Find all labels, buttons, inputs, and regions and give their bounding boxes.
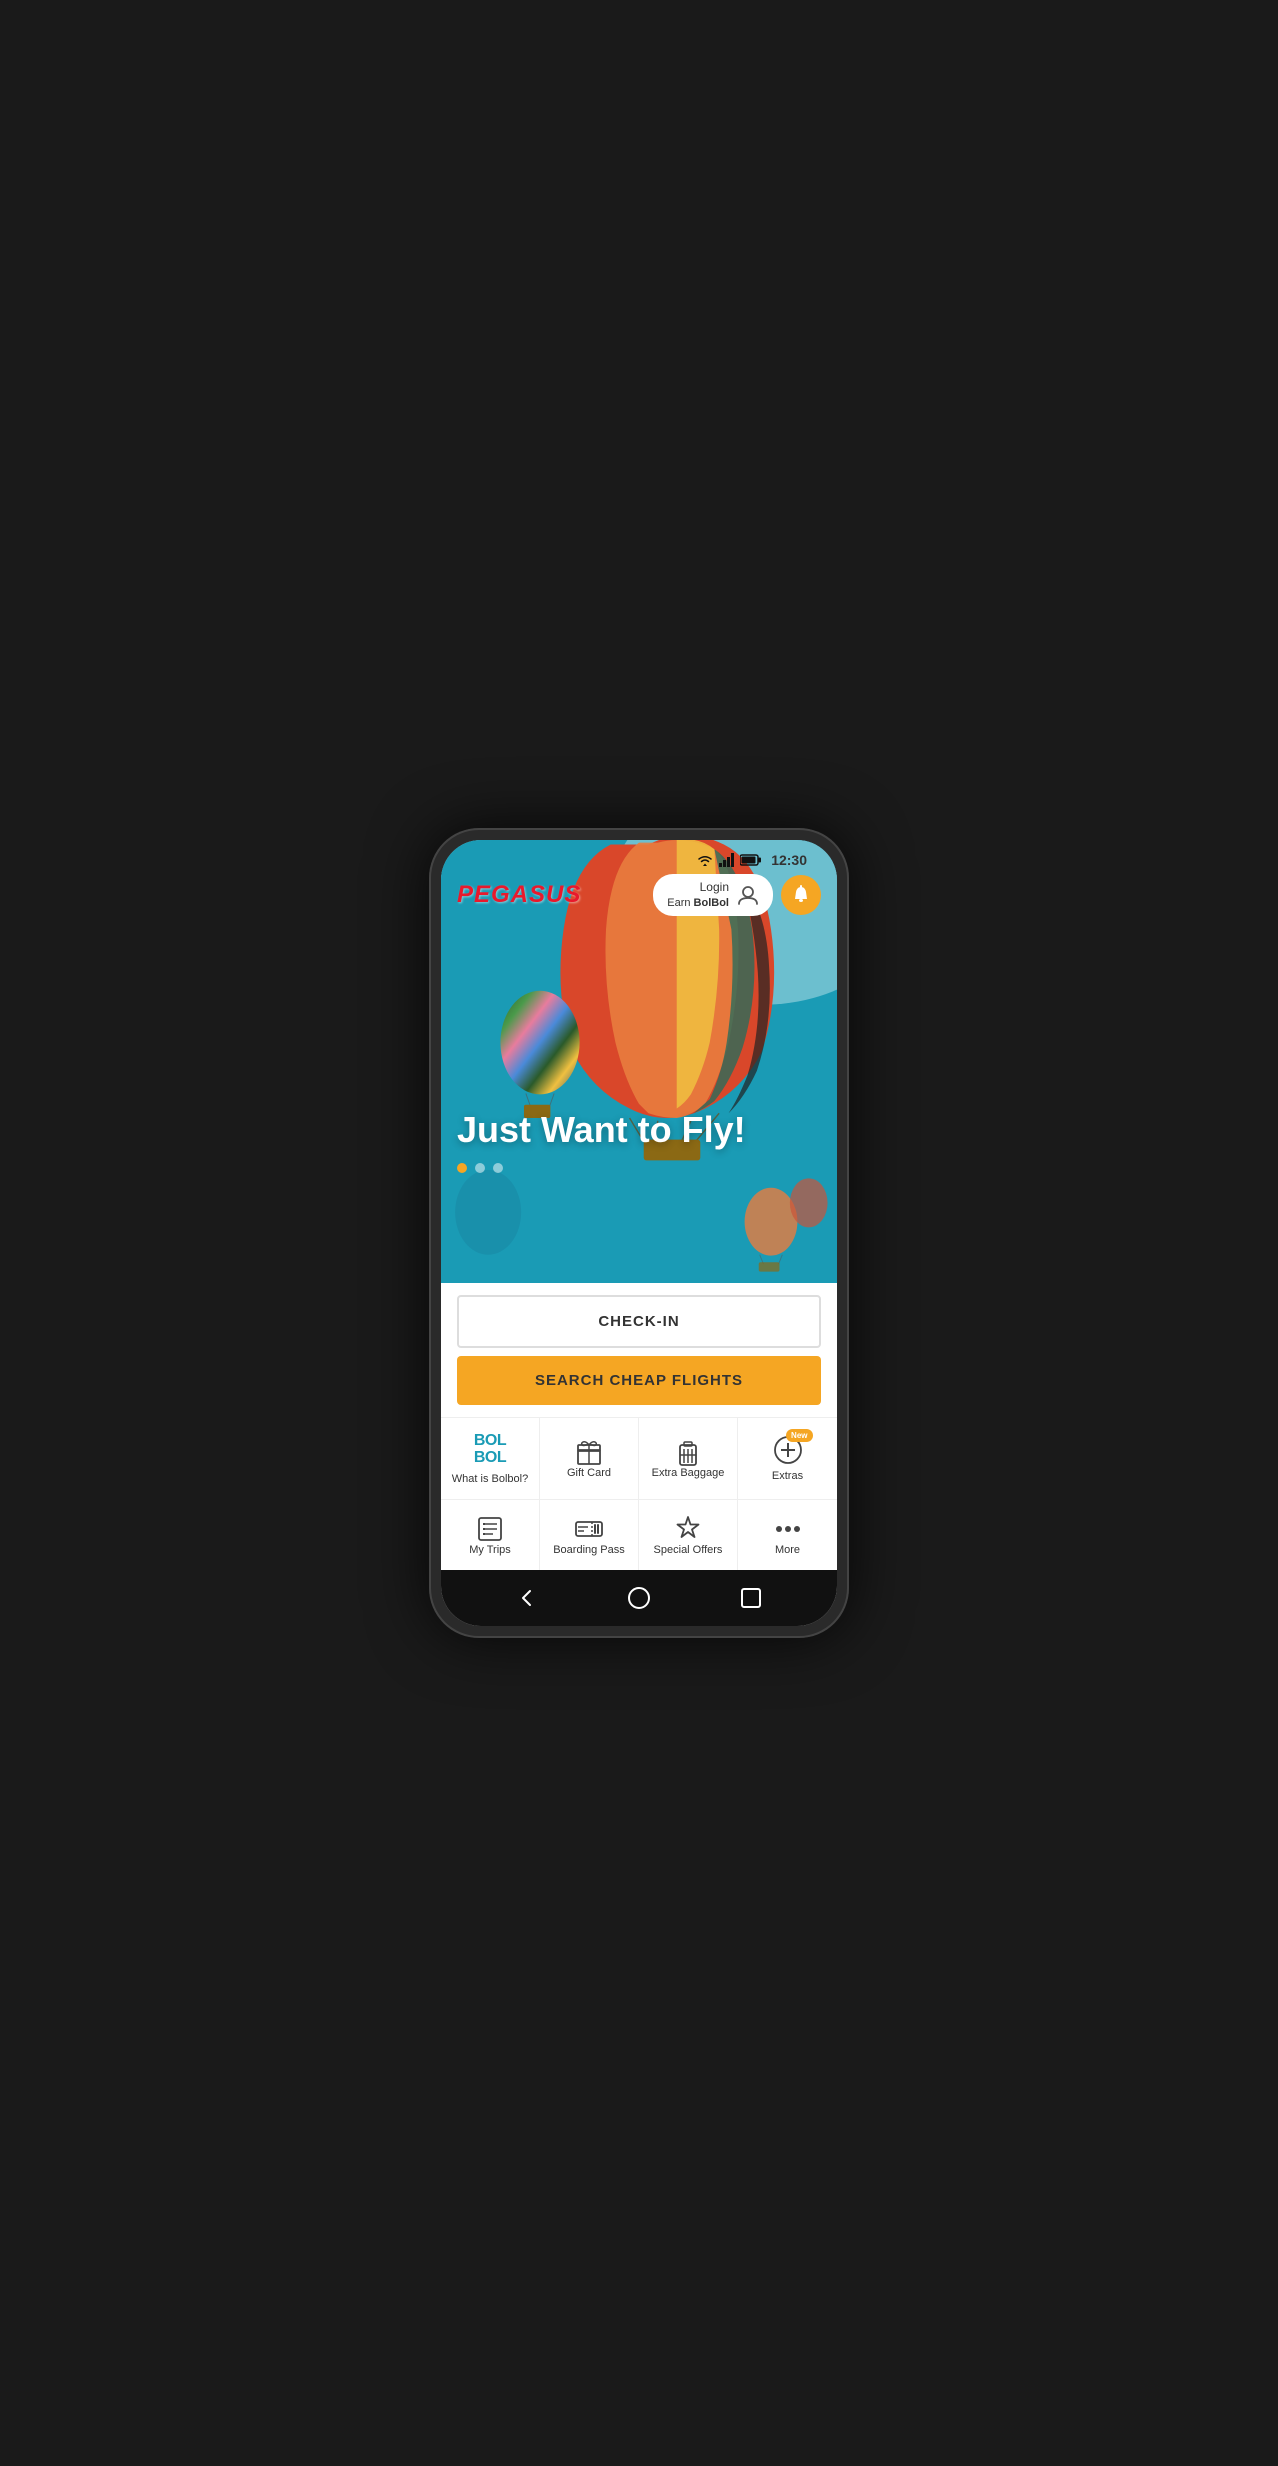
- extras-label: Extras: [772, 1470, 803, 1482]
- status-bar: 12:30: [441, 840, 837, 880]
- carousel-dots: [457, 1163, 821, 1173]
- trips-icon: [475, 1514, 505, 1544]
- login-button[interactable]: Login Earn BolBol: [653, 874, 773, 916]
- bolbol-earn-text: BolBol: [694, 897, 729, 909]
- back-icon: [515, 1586, 539, 1610]
- recents-button[interactable]: [737, 1584, 765, 1612]
- battery-icon: [740, 854, 762, 866]
- dot-1[interactable]: [457, 1163, 467, 1173]
- more-label: More: [775, 1544, 800, 1556]
- menu-item-giftcard[interactable]: Gift Card: [540, 1418, 639, 1500]
- hero-text-area: Just Want to Fly!: [457, 1109, 821, 1172]
- home-button[interactable]: [625, 1584, 653, 1612]
- menu-grid-row1: BOLBOL What is Bolbol? Gift Card: [441, 1417, 837, 1500]
- menu-item-bolbol[interactable]: BOLBOL What is Bolbol?: [441, 1418, 540, 1500]
- menu-item-mytrips[interactable]: My Trips: [441, 1500, 540, 1570]
- giftcard-label: Gift Card: [567, 1467, 611, 1479]
- baggage-icon: [673, 1437, 703, 1467]
- login-text: Login Earn BolBol: [667, 880, 729, 910]
- buttons-section: CHECK-IN SEARCH CHEAP FLIGHTS: [441, 1283, 837, 1417]
- new-badge: New: [786, 1429, 812, 1442]
- boarding-pass-icon: [574, 1514, 604, 1544]
- phone-frame: 12:30 PEGASUS Login Earn BolBol: [429, 828, 849, 1638]
- dot-2[interactable]: [475, 1163, 485, 1173]
- notification-button[interactable]: [781, 875, 821, 915]
- menu-grid-row2: My Trips Boarding Pass Special Offers: [441, 1500, 837, 1570]
- menu-item-boarding[interactable]: Boarding Pass: [540, 1500, 639, 1570]
- recents-square-icon: [739, 1586, 763, 1610]
- header-right: Login Earn BolBol: [653, 874, 821, 916]
- menu-item-more[interactable]: More: [738, 1500, 837, 1570]
- home-circle-icon: [627, 1586, 651, 1610]
- baggage-label: Extra Baggage: [652, 1467, 725, 1479]
- mytrips-label: My Trips: [469, 1544, 511, 1556]
- gift-icon: [574, 1437, 604, 1467]
- back-button[interactable]: [513, 1584, 541, 1612]
- login-label: Login: [667, 880, 729, 896]
- search-cheap-flights-button[interactable]: SEARCH CHEAP FLIGHTS: [457, 1356, 821, 1405]
- boarding-label: Boarding Pass: [553, 1544, 625, 1556]
- menu-item-extras[interactable]: New Extras: [738, 1418, 837, 1500]
- user-icon: [737, 884, 759, 906]
- offers-label: Special Offers: [654, 1544, 723, 1556]
- signal-icon: [719, 853, 735, 867]
- wifi-icon: [696, 853, 714, 867]
- more-dots-icon: [773, 1514, 803, 1544]
- bolbol-icon: BOLBOL: [474, 1432, 506, 1467]
- menu-item-baggage[interactable]: Extra Baggage: [639, 1418, 738, 1500]
- status-time: 12:30: [771, 852, 807, 868]
- star-icon: [673, 1514, 703, 1544]
- menu-item-offers[interactable]: Special Offers: [639, 1500, 738, 1570]
- bolbol-label: What is Bolbol?: [452, 1473, 528, 1485]
- bell-icon: [791, 885, 811, 905]
- checkin-button[interactable]: CHECK-IN: [457, 1295, 821, 1348]
- earn-text: Earn: [667, 897, 690, 909]
- earn-label: Earn BolBol: [667, 896, 729, 910]
- hero-title: Just Want to Fly!: [457, 1109, 821, 1150]
- dot-3[interactable]: [493, 1163, 503, 1173]
- nav-bar: [441, 1570, 837, 1626]
- hero-section: 12:30 PEGASUS Login Earn BolBol: [441, 840, 837, 1283]
- phone-screen: 12:30 PEGASUS Login Earn BolBol: [441, 840, 837, 1626]
- logo: PEGASUS: [457, 881, 581, 909]
